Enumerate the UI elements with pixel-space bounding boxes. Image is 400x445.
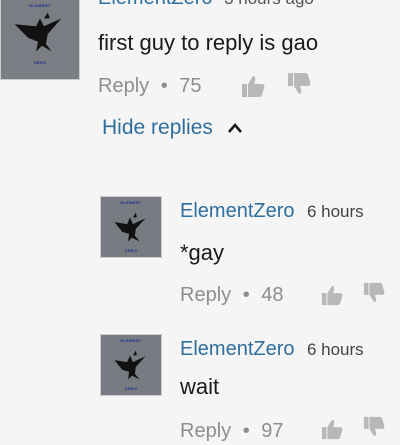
like-count: 75 xyxy=(179,75,202,97)
comment-author[interactable]: ElementZero 6 hours xyxy=(180,338,364,361)
avatar[interactable]: ELEMENT ZERO xyxy=(100,196,162,258)
comment-text: first guy to reply is gao xyxy=(98,30,319,55)
thumbs-up-icon[interactable] xyxy=(240,74,266,103)
thumbs-down-icon[interactable] xyxy=(362,282,386,309)
comment-actions: Reply • 75 xyxy=(98,75,202,98)
comment-text: *gay xyxy=(180,240,225,265)
avatar[interactable]: ELEMENT ZERO xyxy=(0,0,80,80)
comment-actions: Reply • 97 xyxy=(180,420,284,443)
comment-text: wait xyxy=(180,374,220,399)
avatar-caption-bottom: ZERO xyxy=(124,248,138,253)
hide-replies-button[interactable]: Hide replies xyxy=(102,116,243,140)
like-count: 48 xyxy=(261,284,284,306)
hide-replies-label[interactable]: Hide replies xyxy=(102,116,213,139)
reply-button[interactable]: Reply xyxy=(98,75,149,97)
author-name[interactable]: ElementZero xyxy=(180,200,295,222)
avatar[interactable]: ELEMENT ZERO xyxy=(100,334,162,396)
comment-time: 6 hours xyxy=(306,202,364,221)
comment-author[interactable]: ElementZero 6 hours xyxy=(180,200,364,223)
comment-time: 3 hours ago xyxy=(224,0,314,8)
author-name[interactable]: ElementZero xyxy=(180,338,295,360)
thumbs-up-icon[interactable] xyxy=(320,284,344,311)
avatar-caption-bottom: ZERO xyxy=(33,60,47,65)
avatar-caption-bottom: ZERO xyxy=(124,386,138,391)
author-name[interactable]: ElementZero xyxy=(98,0,213,9)
thumbs-down-icon[interactable] xyxy=(286,72,312,101)
chevron-up-icon[interactable] xyxy=(227,116,243,140)
comment-actions: Reply • 48 xyxy=(180,284,284,307)
comment-author[interactable]: ElementZero 3 hours ago xyxy=(98,0,314,10)
reply-button[interactable]: Reply xyxy=(180,284,231,306)
thumbs-up-icon[interactable] xyxy=(320,418,344,445)
bird-silhouette-icon xyxy=(14,12,62,52)
separator: • xyxy=(242,284,250,306)
comment-time: 6 hours xyxy=(306,340,364,359)
separator: • xyxy=(160,75,168,97)
